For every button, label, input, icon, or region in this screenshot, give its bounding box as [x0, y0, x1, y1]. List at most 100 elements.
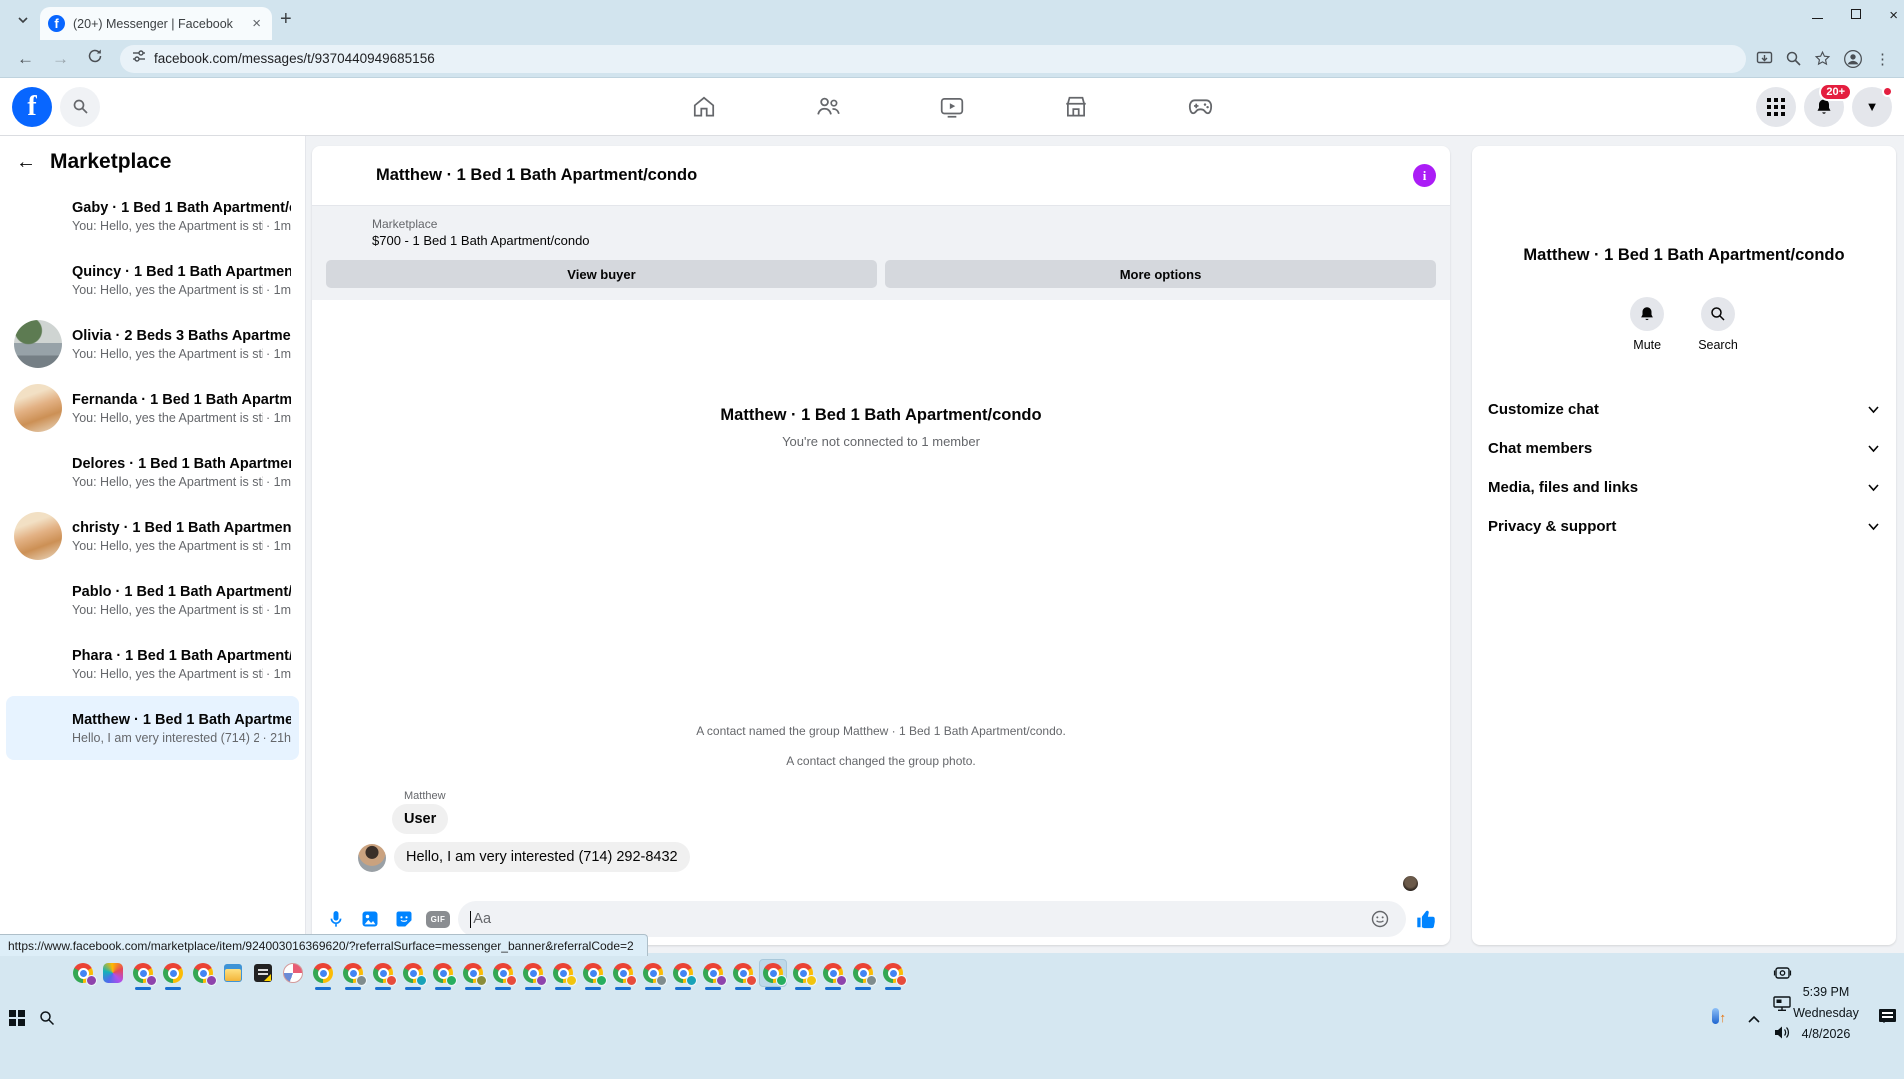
friends-icon[interactable]	[814, 93, 842, 121]
chrome-taskbar-icon[interactable]	[853, 963, 877, 990]
chrome-taskbar-icon[interactable]	[523, 963, 547, 990]
conversation-item[interactable]: Fernanda · 1 Bed 1 Bath Apartment... You…	[6, 376, 299, 440]
start-button-icon[interactable]	[9, 1010, 25, 1026]
chrome-taskbar-icon[interactable]	[493, 963, 517, 990]
install-app-icon[interactable]	[1756, 50, 1773, 67]
conversation-item[interactable]: Phara · 1 Bed 1 Bath Apartment/co... You…	[6, 632, 299, 696]
copilot-taskbar-icon[interactable]	[103, 963, 123, 983]
apps-grid-button[interactable]	[1756, 86, 1796, 127]
sticker-icon[interactable]	[390, 905, 418, 933]
notification-center-icon[interactable]	[1879, 1009, 1896, 1023]
taskbar-icons	[73, 959, 913, 990]
back-arrow-icon[interactable]: ←	[16, 151, 36, 174]
taskbar-clock[interactable]: 5:39 PM Wednesday 4/8/2026	[1780, 982, 1872, 1045]
gif-icon[interactable]: GIF	[424, 905, 452, 933]
chrome-taskbar-icon[interactable]	[883, 963, 907, 990]
chrome-taskbar-icon[interactable]	[643, 963, 667, 990]
clock-time: 5:39 PM	[1802, 985, 1850, 999]
chrome-taskbar-icon[interactable]	[673, 963, 697, 990]
conversation-preview: You: Hello, yes the Apartment is still a…	[72, 666, 263, 681]
conversation-time: · 1m	[262, 474, 291, 489]
back-icon[interactable]: ←	[10, 49, 41, 69]
browser-profile-icon[interactable]	[1843, 49, 1863, 69]
details-title: Matthew · 1 Bed 1 Bath Apartment/condo	[1523, 246, 1845, 264]
taskbar-search-icon[interactable]	[39, 1010, 55, 1031]
chrome-taskbar-icon[interactable]	[163, 963, 183, 990]
site-settings-icon[interactable]	[132, 49, 146, 68]
search-chat-button[interactable]: Search	[1698, 297, 1738, 352]
view-buyer-button[interactable]: View buyer	[326, 260, 877, 288]
chrome-taskbar-icon[interactable]	[373, 963, 397, 990]
bookmark-star-icon[interactable]	[1814, 50, 1831, 67]
conversation-name: Delores · 1 Bed 1 Bath Apartment/c...	[72, 455, 291, 472]
account-menu-button[interactable]: ▼	[1852, 85, 1893, 127]
details-menu-row[interactable]: Chat members	[1472, 429, 1896, 468]
chrome-taskbar-icon[interactable]	[583, 963, 607, 990]
new-tab-button[interactable]: +	[280, 8, 292, 31]
minimize-button[interactable]	[1812, 6, 1824, 24]
zoom-icon[interactable]	[1785, 50, 1802, 67]
conversation-name: christy · 1 Bed 1 Bath Apartment/c...	[72, 519, 291, 536]
message-bubble[interactable]: User	[392, 804, 449, 834]
message-bubble[interactable]: Hello, I am very interested (714) 292-84…	[394, 842, 690, 872]
chrome-taskbar-icon[interactable]	[433, 963, 457, 990]
gaming-icon[interactable]	[1186, 93, 1214, 121]
magnifier-icon	[1700, 297, 1735, 331]
browser-tab[interactable]: f (20+) Messenger | Facebook ×	[40, 7, 272, 40]
chrome-taskbar-icon[interactable]	[73, 963, 97, 986]
conversation-item[interactable]: Olivia · 2 Beds 3 Baths Apartment/... Yo…	[6, 312, 299, 376]
chrome-taskbar-icon[interactable]	[553, 963, 577, 990]
reload-icon[interactable]	[80, 48, 110, 69]
mic-icon[interactable]	[322, 905, 350, 933]
marketplace-icon[interactable]	[1062, 93, 1090, 121]
info-icon[interactable]: i	[1413, 164, 1436, 187]
chrome-taskbar-icon[interactable]	[313, 963, 333, 990]
paint-taskbar-icon[interactable]	[283, 963, 303, 983]
close-button[interactable]: ×	[1889, 8, 1898, 23]
facebook-search-button[interactable]	[60, 86, 100, 127]
tab-search-chevron-icon[interactable]	[10, 7, 36, 33]
message-input[interactable]: Aa	[458, 901, 1406, 937]
notepad-taskbar-icon[interactable]	[253, 963, 273, 983]
banner-listing: $700 - 1 Bed 1 Bath Apartment/condo	[372, 232, 590, 248]
maximize-button[interactable]	[1851, 6, 1862, 24]
conversation-item[interactable]: Pablo · 1 Bed 1 Bath Apartment/co... You…	[6, 568, 299, 632]
chrome-taskbar-icon[interactable]	[733, 963, 757, 990]
chat-header: Matthew · 1 Bed 1 Bath Apartment/condo i	[312, 146, 1450, 206]
chrome-taskbar-icon[interactable]	[613, 963, 637, 990]
conversation-item[interactable]: Quincy · 1 Bed 1 Bath Apartment/c... You…	[6, 248, 299, 312]
chrome-taskbar-icon[interactable]	[759, 959, 787, 990]
chrome-taskbar-icon[interactable]	[193, 963, 217, 986]
chrome-taskbar-icon[interactable]	[403, 963, 427, 990]
conversation-item[interactable]: Delores · 1 Bed 1 Bath Apartment/c... Yo…	[6, 440, 299, 504]
conversation-item[interactable]: Matthew · 1 Bed 1 Bath Apartment... Hell…	[6, 696, 299, 760]
address-bar[interactable]: facebook.com/messages/t/9370440949685156	[120, 44, 1746, 73]
home-icon[interactable]	[690, 93, 718, 121]
hidden-icons-chevron-icon[interactable]	[1747, 1011, 1761, 1029]
like-icon[interactable]	[1412, 905, 1440, 933]
chrome-taskbar-icon[interactable]	[343, 963, 367, 990]
details-menu-row[interactable]: Customize chat	[1472, 390, 1896, 429]
tab-close-icon[interactable]: ×	[249, 15, 264, 32]
chrome-taskbar-icon[interactable]	[793, 963, 817, 990]
chrome-taskbar-icon[interactable]	[133, 963, 157, 990]
watch-icon[interactable]	[938, 93, 966, 121]
image-icon[interactable]	[356, 905, 384, 933]
browser-menu-kebab-icon[interactable]: ⋮	[1875, 50, 1890, 68]
chrome-taskbar-icon[interactable]	[703, 963, 727, 990]
chrome-taskbar-icon[interactable]	[463, 963, 487, 990]
folder-taskbar-icon[interactable]	[223, 963, 243, 983]
conversation-item[interactable]: christy · 1 Bed 1 Bath Apartment/c... Yo…	[6, 504, 299, 568]
more-options-button[interactable]: More options	[885, 260, 1436, 288]
notifications-button[interactable]: 20+	[1804, 82, 1852, 127]
mute-button[interactable]: Mute	[1630, 297, 1665, 352]
facebook-logo[interactable]: f	[12, 86, 52, 127]
marketplace-banner: Marketplace $700 - 1 Bed 1 Bath Apartmen…	[312, 206, 1450, 300]
chrome-taskbar-icon[interactable]	[823, 963, 847, 990]
emoji-icon[interactable]	[1366, 905, 1394, 933]
details-menu-row[interactable]: Media, files and links	[1472, 468, 1896, 507]
forward-icon[interactable]: →	[45, 49, 76, 69]
weather-temp-icon[interactable]: ↑	[1711, 1008, 1726, 1024]
details-menu-row[interactable]: Privacy & support	[1472, 507, 1896, 546]
conversation-item[interactable]: Gaby · 1 Bed 1 Bath Apartment/co... You:…	[6, 184, 299, 248]
